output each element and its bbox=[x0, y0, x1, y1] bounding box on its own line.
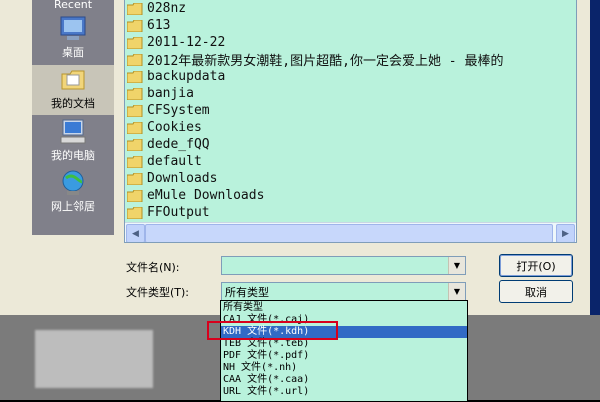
folder-icon bbox=[127, 155, 143, 168]
place-label: 网上邻居 bbox=[51, 200, 95, 213]
file-name: Cookies bbox=[147, 120, 202, 135]
blurred-region bbox=[35, 330, 153, 388]
filetype-label: 文件类型(T): bbox=[126, 286, 190, 299]
open-button[interactable]: 打开(O) bbox=[499, 254, 573, 277]
folder-icon bbox=[127, 121, 143, 134]
file-name: CFSystem bbox=[147, 103, 210, 118]
file-name: dede_fQQ bbox=[147, 137, 210, 152]
chevron-down-icon: ▼ bbox=[453, 287, 461, 296]
file-name: eMule Downloads bbox=[147, 188, 265, 203]
folder-icon bbox=[127, 53, 143, 66]
scroll-left-button[interactable]: ◀ bbox=[126, 224, 145, 242]
desktop-icon bbox=[60, 16, 86, 40]
filetype-dropdown-button[interactable]: ▼ bbox=[448, 283, 465, 300]
folder-icon bbox=[127, 138, 143, 151]
file-list-item[interactable]: dede_fQQ bbox=[127, 136, 210, 153]
file-name: backupdata bbox=[147, 69, 226, 84]
file-list-item[interactable]: backupdata bbox=[127, 68, 225, 85]
places-bar: Recent 桌面 我的文档 我的电脑 网上邻居 bbox=[32, 0, 114, 235]
folder-icon bbox=[127, 2, 143, 15]
file-name: Downloads bbox=[147, 171, 218, 186]
file-list-item[interactable]: eMule Downloads bbox=[127, 187, 264, 204]
cancel-button[interactable]: 取消 bbox=[499, 280, 573, 303]
place-my-computer[interactable]: 我的电脑 bbox=[32, 117, 114, 167]
folder-icon bbox=[127, 70, 143, 83]
place-recent[interactable]: Recent bbox=[32, 0, 114, 11]
filetype-combobox[interactable]: 所有类型 ▼ bbox=[221, 282, 466, 301]
filetype-option[interactable]: 所有类型 bbox=[221, 302, 467, 314]
place-my-documents[interactable]: 我的文档 bbox=[32, 65, 114, 115]
file-list-item[interactable]: Cookies bbox=[127, 119, 202, 136]
scroll-right-button[interactable]: ▶ bbox=[556, 224, 575, 242]
file-list-item[interactable]: 028nz bbox=[127, 0, 186, 17]
filetype-option[interactable]: NH 文件(*.nh) bbox=[221, 362, 467, 374]
file-name: banjia bbox=[147, 86, 194, 101]
folder-icon bbox=[127, 104, 143, 117]
filetype-option[interactable]: PDF 文件(*.pdf) bbox=[221, 350, 467, 362]
horizontal-scrollbar[interactable]: ◀ ▶ bbox=[125, 222, 576, 242]
scrollbar-thumb[interactable] bbox=[145, 224, 553, 242]
filename-dropdown-button[interactable]: ▼ bbox=[448, 257, 465, 274]
chevron-right-icon: ▶ bbox=[562, 228, 569, 239]
file-list-item[interactable]: 613 bbox=[127, 17, 170, 34]
folder-icon bbox=[127, 189, 143, 202]
filetype-option[interactable]: CAA 文件(*.caa) bbox=[221, 374, 467, 386]
chevron-left-icon: ◀ bbox=[132, 228, 139, 239]
place-desktop[interactable]: 桌面 bbox=[32, 14, 114, 64]
open-file-dialog: Recent 桌面 我的文档 我的电脑 网上邻居 028nz 613 2011-… bbox=[0, 0, 591, 315]
file-name: default bbox=[147, 154, 202, 169]
my-computer-icon bbox=[60, 119, 86, 144]
filetype-dropdown-list[interactable]: 所有类型 CAJ 文件(*.caj) KDH 文件(*.kdh) TEB 文件(*.t… bbox=[220, 300, 468, 402]
file-list[interactable]: 028nz 613 2011-12-22 2012年最新款男女潮鞋,图片超酷,你一定会… bbox=[124, 0, 577, 243]
file-list-item[interactable]: 2011-12-22 bbox=[127, 34, 225, 51]
my-documents-icon bbox=[61, 70, 85, 90]
place-label: Recent bbox=[53, 0, 93, 11]
file-list-item[interactable]: default bbox=[127, 153, 202, 170]
filename-combobox[interactable]: ▼ bbox=[221, 256, 466, 275]
file-list-item[interactable]: FFOutput bbox=[127, 204, 210, 221]
annotation-highlight-box bbox=[207, 321, 338, 340]
filename-label: 文件名(N): bbox=[126, 261, 180, 274]
place-label: 我的电脑 bbox=[51, 149, 95, 162]
file-name: FFOutput bbox=[147, 205, 210, 220]
file-name: 2011-12-22 bbox=[147, 35, 226, 50]
file-name: 613 bbox=[147, 18, 171, 33]
folder-icon bbox=[127, 206, 143, 219]
folder-icon bbox=[127, 172, 143, 185]
place-network-places[interactable]: 网上邻居 bbox=[32, 168, 114, 218]
folder-icon bbox=[127, 19, 143, 32]
file-list-item[interactable]: Downloads bbox=[127, 170, 217, 187]
filetype-value: 所有类型 bbox=[225, 286, 269, 299]
place-label: 我的文档 bbox=[51, 97, 95, 110]
file-list-item[interactable]: CFSystem bbox=[127, 102, 210, 119]
folder-icon bbox=[127, 87, 143, 100]
filetype-option[interactable]: URL 文件(*.url) bbox=[221, 386, 467, 398]
file-name: 2012年最新款男女潮鞋,图片超酷,你一定会爱上她 - 最棒的 bbox=[147, 54, 504, 69]
folder-icon bbox=[127, 36, 143, 49]
file-name: 028nz bbox=[147, 1, 187, 16]
file-list-item[interactable]: 2012年最新款男女潮鞋,图片超酷,你一定会爱上她 - 最棒的 bbox=[127, 51, 504, 69]
chevron-down-icon: ▼ bbox=[453, 261, 461, 270]
file-list-item[interactable]: banjia bbox=[127, 85, 194, 102]
network-places-icon bbox=[62, 170, 84, 195]
place-label: 桌面 bbox=[62, 46, 84, 59]
